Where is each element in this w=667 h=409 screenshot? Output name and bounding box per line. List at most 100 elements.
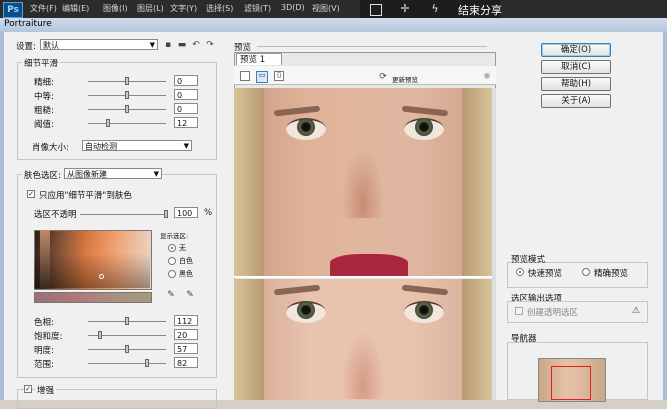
cancel-button[interactable]: 取消(C)	[541, 60, 611, 74]
apply-only-label: 只应用"细节平滑"到肤色	[39, 191, 132, 201]
single-view-icon[interactable]	[240, 71, 250, 81]
opacity-unit: %	[204, 208, 213, 218]
mask-input-2[interactable]: 57	[174, 343, 198, 354]
navigator-viewport-rect[interactable]	[551, 366, 591, 400]
mask-slider-thumb-2[interactable]	[125, 345, 129, 353]
display-mask-radio-0[interactable]	[168, 244, 176, 252]
redo-icon[interactable]: ↷	[205, 40, 215, 50]
create-transparent-label: 创建透明选区	[527, 308, 579, 318]
iris-left	[297, 301, 315, 319]
portrait-size-select[interactable]: 自动检测 ▼	[82, 140, 192, 151]
help-button[interactable]: 帮助(H)	[541, 77, 611, 91]
create-transparent-checkbox[interactable]	[515, 307, 523, 315]
ok-button[interactable]: 确定(O)	[541, 43, 611, 57]
end-share-button[interactable]: 结束分享	[458, 2, 502, 18]
menu-view[interactable]: 视图(V)	[312, 3, 340, 14]
detail-input-2[interactable]: 0	[174, 103, 198, 114]
update-preview-label[interactable]: 更新预览	[392, 74, 418, 84]
detail-smoothing-title: 细节平滑	[22, 57, 61, 69]
menu-edit[interactable]: 编辑(E)	[62, 3, 89, 14]
iris-right	[415, 118, 433, 136]
mask-label-1: 饱和度:	[34, 332, 63, 342]
detail-input-0[interactable]: 0	[174, 75, 198, 86]
detail-label-1: 中等:	[34, 92, 54, 102]
menu-file[interactable]: 文件(F)	[30, 3, 57, 14]
opacity-slider-track[interactable]	[80, 214, 166, 215]
apply-only-checkbox[interactable]: ✓	[27, 190, 35, 198]
menu-image[interactable]: 图像(I)	[103, 3, 128, 14]
mask-slider-thumb-3[interactable]	[144, 359, 149, 367]
mask-slider-track-3[interactable]	[88, 363, 166, 364]
nose	[342, 148, 384, 218]
skin-mask-title: 肤色选区:	[22, 169, 63, 181]
mask-slider-thumb-1[interactable]	[97, 331, 102, 339]
detail-label-0: 精细:	[34, 78, 54, 88]
split-vertical-icon[interactable]: ▯	[274, 71, 284, 81]
menu-filter[interactable]: 滤镜(T)	[244, 3, 271, 14]
mask-label-2: 明度:	[34, 346, 54, 356]
portrait-size-value: 自动检测	[85, 142, 117, 151]
split-horizontal-icon[interactable]: ▭	[256, 71, 268, 83]
hair-left	[234, 88, 264, 276]
tab-preview-1[interactable]: 预览 1	[236, 53, 282, 65]
preview-scrollbar[interactable]	[492, 88, 496, 400]
settings-select[interactable]: 默认 ▼	[40, 39, 158, 50]
mask-input-1[interactable]: 20	[174, 329, 198, 340]
detail-label-2: 粗糙:	[34, 106, 54, 116]
eyedropper-plus-icon[interactable]: ✎	[185, 290, 195, 300]
mask-input-0[interactable]: 112	[174, 315, 198, 326]
eyedropper-icon[interactable]: ✎	[166, 290, 176, 300]
preview-divider	[257, 46, 487, 47]
iris-left	[297, 118, 315, 136]
mask-input-3[interactable]: 82	[174, 357, 198, 368]
mask-slider-thumb-0[interactable]	[125, 317, 129, 325]
about-button[interactable]: 关于(A)	[541, 94, 611, 108]
menu-select[interactable]: 选择(S)	[206, 3, 233, 14]
skin-mask-value: 从图像新建	[67, 170, 107, 179]
detail-input-1[interactable]: 0	[174, 89, 198, 100]
preview-mode-radio-1[interactable]	[582, 268, 590, 276]
delete-icon[interactable]: ▬	[177, 40, 187, 50]
detail-slider-track-3[interactable]	[88, 123, 166, 124]
lightning-icon[interactable]: ϟ	[428, 2, 442, 16]
portrait-size-label: 肖像大小:	[32, 143, 69, 153]
opacity-input[interactable]: 100	[174, 207, 198, 218]
display-mask-option-label-1: 白色	[179, 257, 193, 265]
enhance-checkbox[interactable]: ✓	[24, 385, 32, 393]
menu-3d[interactable]: 3D(D)	[281, 3, 305, 12]
detail-label-3: 阈值:	[34, 120, 54, 130]
chevron-down-icon: ▼	[183, 142, 189, 150]
skin-mask-select[interactable]: 从图像新建 ▼	[64, 168, 162, 179]
select-rect-icon[interactable]	[370, 4, 382, 16]
split-divider[interactable]	[234, 276, 492, 278]
display-mask-radio-2[interactable]	[168, 270, 176, 278]
display-mask-option-label-0: 无	[179, 244, 186, 252]
detail-slider-thumb-1[interactable]	[125, 91, 129, 99]
eyebrow-left	[273, 105, 321, 117]
detail-slider-thumb-0[interactable]	[125, 77, 129, 85]
settings-label: 设置:	[16, 42, 36, 52]
crosshair-icon[interactable]: ✛	[398, 2, 412, 16]
save-icon[interactable]: ▪	[163, 40, 173, 50]
undo-icon[interactable]: ↶	[191, 40, 201, 50]
opacity-slider-thumb[interactable]	[164, 210, 168, 218]
window-titlebar[interactable]	[0, 18, 667, 32]
preview-mode-option-label-0: 快速预览	[528, 269, 563, 279]
menu-type[interactable]: 文字(Y)	[170, 3, 197, 14]
chevron-down-icon: ▼	[149, 41, 155, 49]
detail-slider-thumb-3[interactable]	[105, 119, 110, 127]
preview-mode-radio-0[interactable]	[516, 268, 524, 276]
detail-slider-thumb-2[interactable]	[125, 105, 129, 113]
iris-right	[415, 301, 433, 319]
photoshop-logo: Ps	[3, 2, 23, 18]
warning-icon: ⚠	[631, 306, 641, 316]
hue-strip[interactable]	[40, 230, 50, 288]
eyebrow-right	[401, 284, 449, 296]
opacity-label: 选区不透明	[34, 210, 77, 220]
loading-icon: ✺	[483, 72, 491, 82]
menu-layer[interactable]: 图层(L)	[137, 3, 164, 14]
detail-input-3[interactable]: 12	[174, 117, 198, 128]
refresh-icon[interactable]: ⟳	[378, 72, 388, 82]
mask-label-0: 色相:	[34, 318, 54, 328]
display-mask-radio-1[interactable]	[168, 257, 176, 265]
